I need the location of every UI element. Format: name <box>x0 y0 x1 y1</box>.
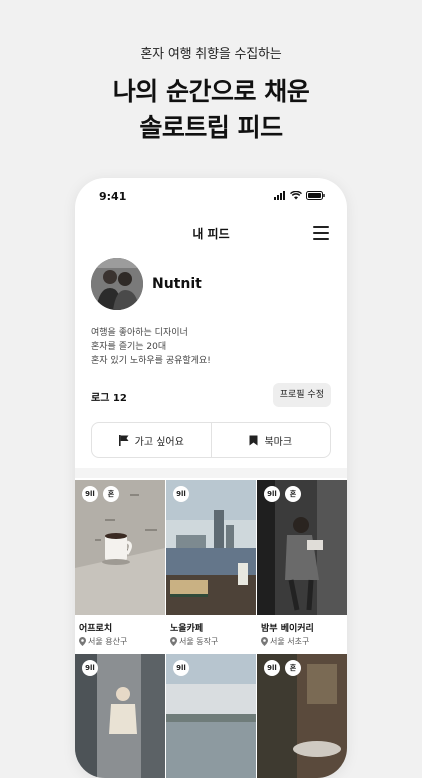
bookmark-label: 북마크 <box>264 436 293 448</box>
location-pin-icon <box>170 637 177 646</box>
card-location-text: 서울 용산구 <box>88 637 128 646</box>
want-to-go-button[interactable]: 가고 싶어요 <box>92 423 211 457</box>
status-time: 9:41 <box>99 190 127 203</box>
card-title: 노을카페 <box>170 624 204 634</box>
meal-badge: 9ll <box>264 660 280 676</box>
card-title: 밤부 베이커리 <box>261 624 314 634</box>
menu-icon[interactable] <box>313 226 329 240</box>
meal-badge: 9ll <box>264 486 280 502</box>
status-icons <box>274 191 325 200</box>
log-count: 로그 12 <box>91 393 127 404</box>
meal-badge: 9ll <box>82 660 98 676</box>
wifi-icon <box>290 191 302 200</box>
profile-bio: 여행을 좋아하는 디자이너 혼자를 즐기는 20대 혼자 있기 노하우를 공유할… <box>91 326 211 368</box>
flag-icon <box>118 434 129 446</box>
card-location: 서울 서초구 <box>261 636 309 647</box>
want-to-go-label: 가고 싶어요 <box>134 436 184 448</box>
battery-icon <box>306 191 325 200</box>
card-location: 서울 동작구 <box>170 636 218 647</box>
phone-frame: 9:41 내 피드 Nutnit 여행을 좋아하는 디자이너 혼자를 즐기는 2… <box>75 178 347 778</box>
meal-badge: 9ll <box>173 486 189 502</box>
bio-line: 여행을 좋아하는 디자이너 <box>91 328 188 338</box>
card-location-text: 서울 서초구 <box>270 637 310 646</box>
meal-badge: 9ll <box>173 660 189 676</box>
bookmark-icon <box>249 435 258 445</box>
solo-badge: 혼 <box>285 660 301 676</box>
signal-icon <box>274 191 285 200</box>
promo-subtitle: 혼자 여행 취향을 수집하는 <box>140 47 282 62</box>
bio-line: 혼자 있기 노하우를 공유할게요! <box>91 356 211 366</box>
location-pin-icon <box>261 637 268 646</box>
card-location: 서울 용산구 <box>79 636 127 647</box>
edit-profile-button[interactable]: 프로필 수정 <box>272 383 331 407</box>
card-location-text: 서울 동작구 <box>179 637 219 646</box>
card-title: 어프로치 <box>79 624 113 634</box>
solo-badge: 혼 <box>103 486 119 502</box>
avatar[interactable] <box>91 258 143 310</box>
promo-headline-1: 나의 순간으로 채운 <box>112 77 310 106</box>
profile-name: Nutnit <box>152 276 202 292</box>
profile-actions: 가고 싶어요 북마크 <box>91 422 331 458</box>
bookmark-button[interactable]: 북마크 <box>210 423 331 457</box>
solo-badge: 혼 <box>285 486 301 502</box>
section-divider <box>75 468 347 478</box>
bio-line: 혼자를 즐기는 20대 <box>91 342 167 352</box>
meal-badge: 9ll <box>82 486 98 502</box>
page-title: 내 피드 <box>192 227 230 241</box>
promo-headline-2: 솔로트립 피드 <box>139 113 283 142</box>
location-pin-icon <box>79 637 86 646</box>
status-bar: 9:41 <box>75 178 347 214</box>
